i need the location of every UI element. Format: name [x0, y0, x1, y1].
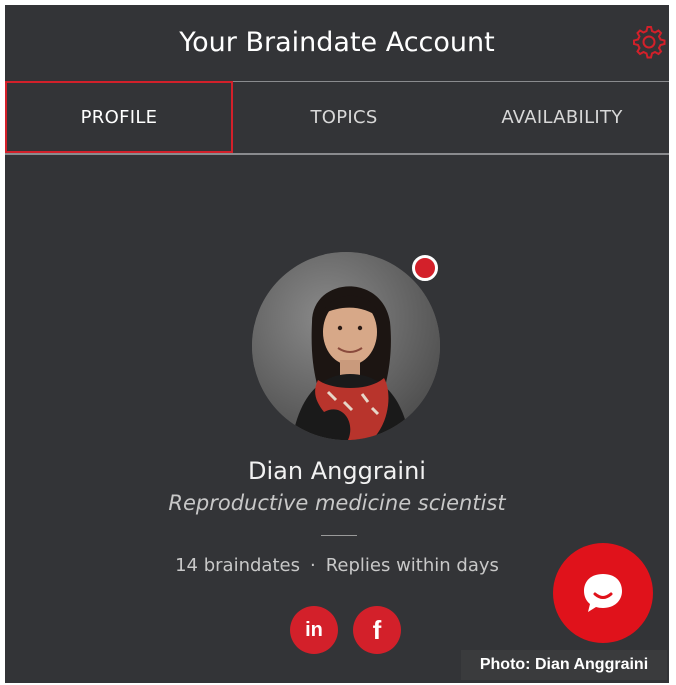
- app-window: Your Braindate Account PROFILE TOPICS AV…: [5, 5, 669, 683]
- stats-separator: ·: [309, 555, 316, 576]
- divider: [321, 535, 357, 536]
- gear-icon[interactable]: [629, 23, 667, 61]
- tab-bar: PROFILE TOPICS AVAILABILITY: [5, 81, 669, 155]
- braindates-count: 14 braindates: [175, 555, 300, 576]
- facebook-icon[interactable]: f: [353, 606, 401, 654]
- tab-topics[interactable]: TOPICS: [233, 81, 455, 153]
- photo-caption: Photo: Dian Anggraini: [461, 650, 667, 680]
- profile-name: Dian Anggraini: [248, 457, 426, 485]
- tab-profile[interactable]: PROFILE: [5, 81, 233, 153]
- reply-time: Replies within days: [325, 555, 499, 576]
- avatar[interactable]: [252, 252, 440, 440]
- chat-button[interactable]: [553, 543, 653, 643]
- tab-availability[interactable]: AVAILABILITY: [455, 81, 669, 153]
- online-status-dot: [412, 255, 438, 281]
- header-bar: Your Braindate Account: [5, 5, 669, 82]
- profile-subtitle: Reproductive medicine scientist: [168, 491, 506, 515]
- chat-bubble-icon: [584, 574, 622, 612]
- page-title: Your Braindate Account: [179, 27, 495, 58]
- linkedin-icon[interactable]: in: [290, 606, 338, 654]
- avatar-container: [252, 252, 440, 440]
